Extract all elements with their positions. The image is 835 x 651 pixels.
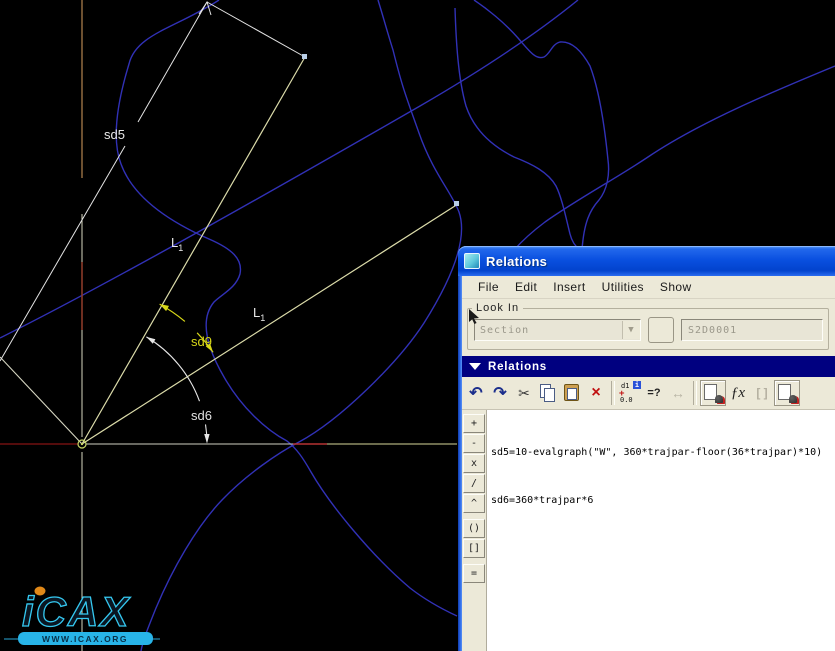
menu-edit[interactable]: Edit — [507, 278, 545, 296]
endpoint-dot[interactable] — [302, 54, 307, 59]
cut-icon[interactable]: ✂ — [512, 381, 536, 405]
toolbar-separator — [693, 381, 697, 405]
paste-icon[interactable] — [560, 381, 584, 405]
dialog-titlebar[interactable]: Relations — [458, 246, 835, 276]
relations-collapse-bar[interactable]: Relations — [462, 356, 835, 377]
cursor-arrow-icon — [469, 309, 479, 324]
undo-icon[interactable]: ↶ — [464, 381, 488, 405]
relations-dialog: Relations File Edit Insert Utilities Sho… — [458, 246, 835, 651]
centerlines[interactable] — [0, 0, 457, 651]
relations-work-area: + - x / ^ () [] = sd5=10-evalgraph("W", … — [462, 410, 835, 651]
model-name-field[interactable]: S2D0001 — [681, 319, 823, 341]
redo-icon[interactable]: ↷ — [488, 381, 512, 405]
menu-insert[interactable]: Insert — [545, 278, 593, 296]
operator-equals-button[interactable]: = — [463, 564, 485, 583]
line-L1-shallow[interactable] — [81, 203, 459, 445]
label-sd6[interactable]: sd6 — [191, 408, 212, 423]
insert-function-icon[interactable]: ƒx — [726, 381, 750, 405]
app-window: sd5 L1 L1 sd9 sd6 iCAX WWW.ICAX.ORG Rela… — [0, 0, 835, 651]
spline-curve[interactable] — [513, 65, 835, 251]
chevron-down-icon[interactable]: ▼ — [622, 321, 640, 339]
relations-editor[interactable]: sd5=10-evalgraph("W", 360*trajpar-floor(… — [487, 410, 835, 651]
operator-brackets-button[interactable]: [] — [463, 539, 485, 558]
toggle-dimensions-icon[interactable]: d1 + 0.0 i — [618, 381, 642, 405]
line-L1-steep[interactable] — [81, 56, 306, 445]
window-icon — [464, 253, 480, 269]
spline-curve[interactable] — [140, 0, 463, 651]
relation-line[interactable]: sd5=10-evalgraph("W", 360*trajpar-floor(… — [491, 445, 835, 461]
delete-icon[interactable]: × — [584, 381, 608, 405]
toolbar-separator — [611, 381, 615, 405]
menu-file[interactable]: File — [470, 278, 507, 296]
triangle-down-icon — [469, 363, 481, 370]
look-in-selected-value: Section — [480, 324, 530, 336]
icax-logo-dot — [34, 586, 46, 596]
relations-bar-label: Relations — [488, 360, 547, 373]
verify-relations-icon[interactable]: =? — [642, 381, 666, 405]
copy-icon[interactable] — [536, 381, 560, 405]
menu-show[interactable]: Show — [652, 278, 700, 296]
endpoint-dot[interactable] — [454, 201, 459, 206]
select-item-button[interactable] — [469, 309, 674, 343]
look-in-select[interactable]: Section ▼ — [474, 319, 641, 341]
look-in-section: Look In Section ▼ S2D0001 — [462, 299, 835, 356]
operator-multiply-button[interactable]: x — [463, 454, 485, 473]
relation-line[interactable]: sd6=360*trajpar*6 — [491, 493, 835, 509]
operator-parens-button[interactable]: () — [463, 519, 485, 538]
label-L1-shallow[interactable]: L1 — [253, 305, 265, 323]
menu-bar: File Edit Insert Utilities Show — [462, 276, 835, 299]
operator-power-button[interactable]: ^ — [463, 494, 485, 513]
sort-relations-icon[interactable] — [700, 380, 726, 406]
spline-curve[interactable] — [473, 0, 610, 251]
operator-minus-button[interactable]: - — [463, 434, 485, 453]
label-L1-steep[interactable]: L1 — [171, 235, 183, 253]
relations-toolbar: ↶ ↷ ✂ × d1 + 0.0 i =? ↔ ƒx [] — [462, 377, 835, 410]
icax-logo: iCAX WWW.ICAX.ORG — [4, 586, 160, 645]
line-upper-left[interactable] — [0, 356, 83, 445]
operator-palette: + - x / ^ () [] = — [462, 410, 487, 651]
icax-logo-url: WWW.ICAX.ORG — [42, 634, 128, 644]
operator-divide-button[interactable]: / — [463, 474, 485, 493]
units-manager-icon[interactable] — [774, 380, 800, 406]
label-sd9[interactable]: sd9 — [191, 334, 212, 349]
dimension-sd6[interactable] — [146, 336, 210, 444]
sd6-arrowhead — [146, 336, 156, 344]
dialog-title: Relations — [486, 253, 548, 269]
menu-utilities[interactable]: Utilities — [594, 278, 652, 296]
local-parameters-icon-disabled: [ ] — [756, 386, 768, 400]
resize-icon-disabled: ↔ — [671, 385, 685, 401]
label-sd5[interactable]: sd5 — [104, 127, 125, 142]
operator-plus-button[interactable]: + — [463, 414, 485, 433]
origin-marker[interactable] — [77, 439, 87, 449]
sd6-arrowhead — [204, 434, 210, 444]
